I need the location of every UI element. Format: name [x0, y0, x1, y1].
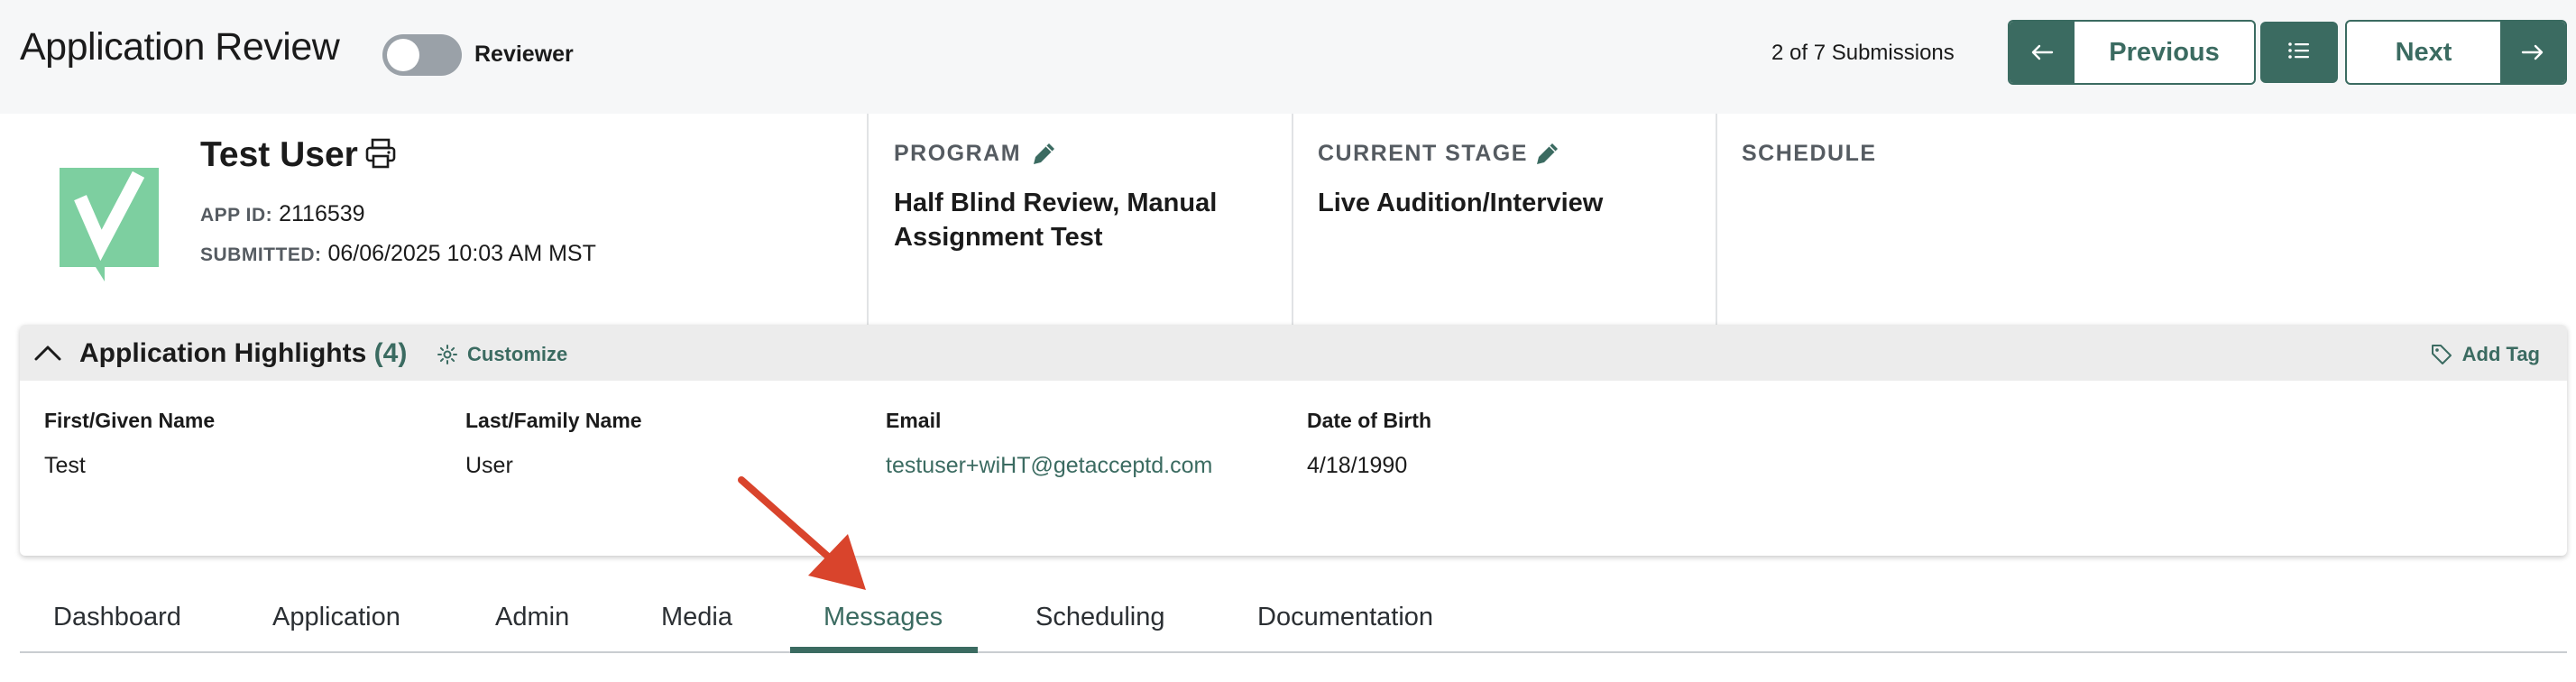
reviewer-toggle[interactable] — [382, 34, 462, 76]
top-header: Application Review Reviewer 2 of 7 Submi… — [0, 0, 2576, 114]
app-id-value: 2116539 — [279, 201, 365, 226]
last-name-label: Last/Family Name — [465, 409, 642, 432]
previous-button-label: Previous — [2109, 37, 2220, 67]
submitted-line: SUBMITTED: 06/06/2025 10:03 AM MST — [200, 241, 596, 267]
printer-icon[interactable] — [364, 137, 397, 174]
highlights-title-text: Application Highlights — [79, 338, 367, 368]
add-tag-label: Add Tag — [2461, 343, 2540, 365]
app-id-key: APP ID: — [200, 205, 273, 226]
next-button-label: Next — [2395, 37, 2452, 67]
submission-counter: 2 of 7 Submissions — [1771, 41, 1955, 65]
last-name-value: User — [465, 453, 513, 478]
tabs-divider — [20, 651, 2567, 653]
tag-icon — [2430, 343, 2453, 366]
tab-media[interactable]: Media — [661, 603, 732, 632]
tab-documentation[interactable]: Documentation — [1257, 603, 1433, 632]
submissions-list-button[interactable] — [2260, 22, 2338, 83]
divider — [867, 114, 869, 325]
email-label: Email — [886, 409, 942, 432]
tab-messages[interactable]: Messages — [823, 603, 943, 632]
current-stage-heading: CURRENT STAGE — [1318, 141, 1528, 166]
applicant-name: Test User — [200, 135, 358, 174]
current-stage-value: Live Audition/Interview — [1318, 189, 1604, 217]
page-title: Application Review — [20, 25, 340, 69]
tab-application[interactable]: Application — [272, 603, 400, 632]
schedule-heading: SCHEDULE — [1742, 141, 1877, 166]
first-name-label: First/Given Name — [44, 409, 216, 432]
highlights-count: (4) — [373, 338, 408, 368]
chevron-up-icon[interactable] — [32, 341, 63, 369]
arrow-left-icon — [2010, 22, 2075, 83]
applicant-logo — [56, 162, 162, 290]
tab-scheduling[interactable]: Scheduling — [1035, 603, 1165, 632]
annotation-arrow — [722, 469, 884, 609]
next-button[interactable]: Next — [2345, 20, 2567, 85]
divider — [1716, 114, 1717, 325]
email-link[interactable]: testuser+wiHT@getacceptd.com — [886, 453, 1212, 479]
highlights-header: Application Highlights (4) Customize Add… — [20, 325, 2567, 381]
application-highlights-card: Application Highlights (4) Customize Add… — [20, 325, 2567, 556]
reviewer-toggle-label: Reviewer — [474, 41, 574, 67]
arrow-right-icon — [2500, 22, 2565, 83]
program-value: Half Blind Review, Manual Assignment Tes… — [894, 186, 1217, 254]
previous-button[interactable]: Previous — [2008, 20, 2256, 85]
tab-dashboard[interactable]: Dashboard — [53, 603, 181, 632]
app-id-line: APP ID: 2116539 — [200, 201, 365, 227]
customize-button[interactable]: Customize — [437, 343, 567, 366]
submitted-value: 06/06/2025 10:03 AM MST — [327, 241, 596, 266]
program-heading: PROGRAM — [894, 141, 1022, 166]
pencil-icon[interactable] — [1028, 139, 1059, 174]
dob-label: Date of Birth — [1307, 409, 1431, 432]
add-tag-button[interactable]: Add Tag — [2430, 343, 2540, 366]
submitted-key: SUBMITTED: — [200, 244, 322, 265]
gear-icon — [437, 344, 458, 365]
list-icon — [2287, 41, 2311, 65]
toggle-knob — [387, 39, 419, 71]
divider — [1292, 114, 1293, 325]
dob-value: 4/18/1990 — [1307, 453, 1408, 478]
program-value-line-2: Assignment Test — [894, 223, 1103, 252]
first-name-value: Test — [44, 453, 86, 478]
highlights-title: Application Highlights (4) — [79, 338, 407, 369]
pencil-icon[interactable] — [1532, 139, 1562, 174]
tab-admin[interactable]: Admin — [495, 603, 569, 632]
active-tab-indicator — [790, 647, 978, 653]
program-value-line-1: Half Blind Review, Manual — [894, 189, 1218, 217]
customize-label: Customize — [467, 343, 568, 365]
